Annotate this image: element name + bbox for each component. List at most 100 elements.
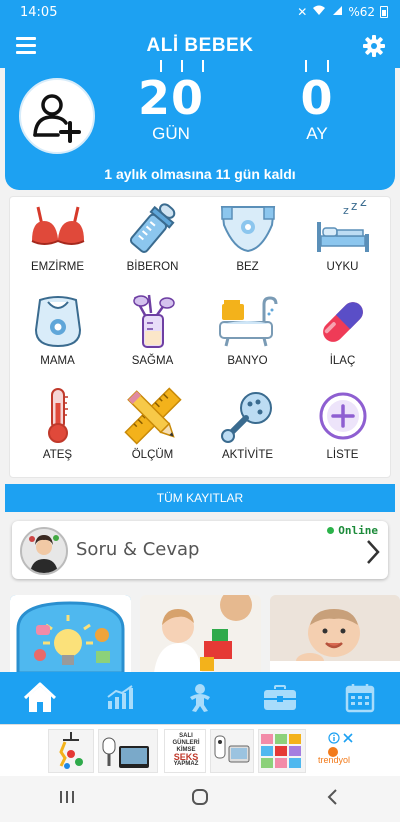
day-unit: GÜN bbox=[152, 124, 190, 143]
article-card-baby-blocks[interactable] bbox=[140, 595, 261, 673]
category-medicine[interactable]: İLAÇ bbox=[295, 291, 390, 385]
category-label: MAMA bbox=[40, 355, 75, 367]
online-status: Online bbox=[327, 524, 378, 537]
ruler-pencil-icon bbox=[123, 387, 183, 445]
category-measurement[interactable]: ÖLÇÜM bbox=[105, 385, 200, 479]
qa-card[interactable]: Soru & Cevap Online bbox=[12, 521, 388, 579]
pill-icon bbox=[313, 293, 373, 351]
ad-product-toy[interactable] bbox=[48, 729, 94, 773]
book-line: GÜNLERİ bbox=[172, 740, 200, 746]
recent-apps-icon[interactable] bbox=[58, 788, 76, 810]
cell-signal-icon bbox=[331, 5, 343, 19]
category-pumping[interactable]: SAĞMA bbox=[105, 291, 200, 385]
category-list[interactable]: LİSTE bbox=[295, 385, 390, 479]
camera-product-image bbox=[214, 735, 250, 763]
category-label: BEZ bbox=[236, 261, 259, 273]
svg-text:z: z bbox=[343, 204, 349, 217]
category-fever[interactable]: ATEŞ bbox=[10, 385, 105, 479]
category-label: ATEŞ bbox=[42, 449, 73, 461]
category-activity[interactable]: AKTİVİTE bbox=[200, 385, 295, 479]
month-unit: AY bbox=[306, 124, 328, 143]
age-message: 1 aylık olmasına 11 gün kaldı bbox=[104, 166, 296, 182]
bottom-navigation bbox=[0, 672, 400, 724]
article-card-baby-smiling[interactable] bbox=[270, 595, 400, 673]
ad-close-icon[interactable] bbox=[342, 729, 354, 748]
book-line: YAPMAZ bbox=[173, 761, 199, 767]
day-count: 20 bbox=[137, 71, 204, 125]
all-records-button[interactable]: TÜM KAYITLAR bbox=[5, 484, 395, 512]
nav-home[interactable] bbox=[0, 672, 80, 724]
mute-icon: ✕ bbox=[297, 5, 308, 19]
rattle-icon bbox=[218, 387, 278, 445]
day-counter: 20 GÜN bbox=[133, 74, 209, 144]
category-grid: EMZİRME BİBERON BEZ z z z UYKU MAMA SAĞM… bbox=[10, 197, 390, 479]
home-icon bbox=[23, 682, 57, 712]
hamburger-menu-icon[interactable] bbox=[16, 37, 38, 55]
status-bar: 14:05 ✕ %62 bbox=[0, 0, 400, 24]
book-line: SEKS bbox=[173, 752, 199, 762]
sleep-bed-icon: z z z bbox=[313, 199, 373, 257]
article-card-toys[interactable] bbox=[10, 595, 131, 673]
bar-chart-icon bbox=[107, 685, 133, 709]
nav-baby-growth[interactable] bbox=[160, 672, 240, 724]
book-line: SALI bbox=[179, 733, 193, 739]
bathtub-icon bbox=[218, 293, 278, 351]
ad-product-cards[interactable] bbox=[258, 729, 306, 773]
diaper-icon bbox=[218, 199, 278, 257]
cards-product-image bbox=[261, 734, 301, 768]
baby-bottle-icon bbox=[123, 199, 183, 257]
gear-icon[interactable] bbox=[362, 34, 386, 58]
online-dot-icon bbox=[327, 527, 335, 534]
qa-title: Soru & Cevap bbox=[76, 539, 200, 560]
system-navigation-bar bbox=[0, 776, 400, 822]
category-label: UYKU bbox=[326, 261, 359, 273]
breast-pump-icon bbox=[123, 293, 183, 351]
category-breastfeeding[interactable]: EMZİRME bbox=[10, 197, 105, 291]
chevron-right-icon bbox=[366, 539, 380, 569]
back-icon[interactable] bbox=[324, 788, 342, 810]
wifi-icon bbox=[312, 5, 326, 19]
battery-icon bbox=[380, 6, 388, 18]
plus-circle-icon bbox=[313, 387, 373, 445]
ad-product-camera[interactable] bbox=[210, 729, 254, 773]
category-label: BİBERON bbox=[126, 261, 179, 273]
category-label: AKTİVİTE bbox=[221, 449, 274, 461]
calendar-icon bbox=[345, 684, 375, 713]
nav-bag[interactable] bbox=[240, 672, 320, 724]
category-bath[interactable]: BANYO bbox=[200, 291, 295, 385]
baby-icon bbox=[190, 684, 210, 712]
add-person-icon bbox=[33, 94, 81, 143]
svg-text:z: z bbox=[360, 200, 367, 210]
nav-statistics[interactable] bbox=[80, 672, 160, 724]
category-label: İLAÇ bbox=[329, 355, 356, 367]
briefcase-icon bbox=[264, 685, 296, 710]
bra-icon bbox=[28, 199, 88, 257]
nav-calendar[interactable] bbox=[320, 672, 400, 724]
baby-monitor-image bbox=[102, 737, 149, 768]
category-diaper[interactable]: BEZ bbox=[200, 197, 295, 291]
baby-playing-blocks-image bbox=[140, 595, 261, 673]
smiling-baby-image bbox=[270, 595, 400, 673]
ad-banner[interactable]: SALI GÜNLERİ KİMSE SEKS YAPMAZ trendyol bbox=[0, 724, 400, 776]
baby-name-title: ALİ BEBEK bbox=[146, 35, 254, 56]
toy-product-image bbox=[59, 732, 83, 769]
category-label: LİSTE bbox=[326, 449, 359, 461]
category-label: EMZİRME bbox=[30, 261, 85, 273]
ad-product-book[interactable]: SALI GÜNLERİ KİMSE SEKS YAPMAZ bbox=[164, 729, 206, 773]
expert-avatar bbox=[20, 527, 68, 575]
month-count: 0 bbox=[300, 71, 334, 125]
bib-icon bbox=[28, 293, 88, 351]
top-app-bar: ALİ BEBEK bbox=[0, 24, 400, 68]
category-food[interactable]: MAMA bbox=[10, 291, 105, 385]
add-baby-photo-button[interactable] bbox=[19, 78, 95, 154]
ad-product-baby-monitor[interactable] bbox=[98, 729, 158, 773]
home-button-icon[interactable] bbox=[191, 788, 209, 810]
article-carousel bbox=[10, 595, 400, 673]
category-label: BANYO bbox=[227, 355, 268, 367]
category-sleep[interactable]: z z z UYKU bbox=[295, 197, 390, 291]
book-cover-text: SALI GÜNLERİ KİMSE SEKS YAPMAZ bbox=[167, 733, 205, 768]
online-label: Online bbox=[338, 524, 378, 537]
toys-lightbulb-image bbox=[10, 595, 131, 673]
category-bottle[interactable]: BİBERON bbox=[105, 197, 200, 291]
month-counter: 0 AY bbox=[287, 74, 347, 144]
